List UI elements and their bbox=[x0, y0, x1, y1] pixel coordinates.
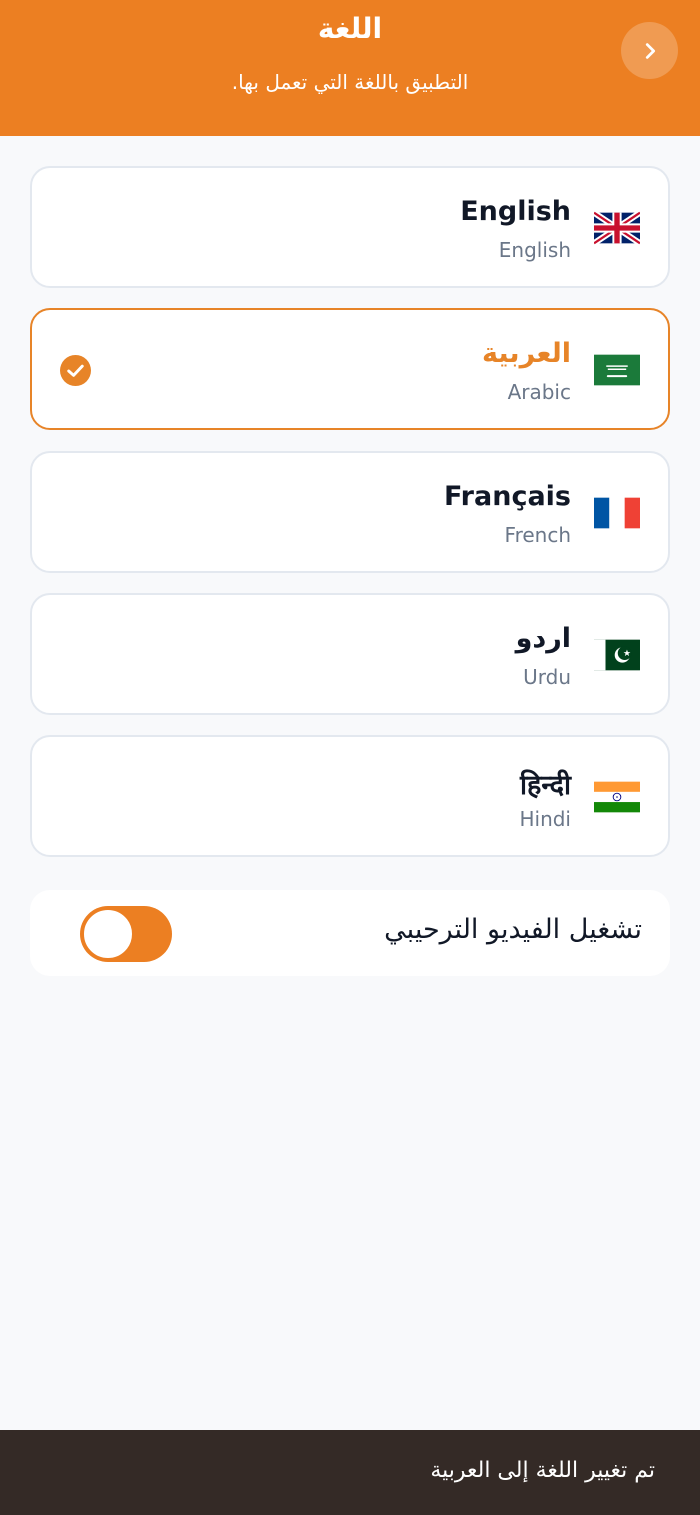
language-name: हिन्दी bbox=[519, 770, 571, 801]
saudi-flag-icon bbox=[594, 352, 640, 388]
language-name: العربية bbox=[482, 338, 571, 369]
language-option-urdu[interactable]: اردو Urdu bbox=[30, 593, 670, 715]
page-subtitle: التطبيق باللغة التي تعمل بها. bbox=[231, 70, 469, 94]
pakistan-flag-icon bbox=[594, 637, 640, 673]
language-subtitle: English bbox=[498, 238, 571, 262]
chevron-right-icon bbox=[645, 42, 655, 59]
snackbar-message: تم تغيير اللغة إلى العربية bbox=[430, 1458, 655, 1483]
intro-video-label: تشغيل الفيديو الترحيبي bbox=[384, 914, 642, 945]
language-name: اردو bbox=[515, 623, 571, 654]
france-flag-icon bbox=[594, 495, 640, 531]
language-subtitle: Urdu bbox=[523, 665, 571, 689]
language-option-english[interactable]: English English bbox=[30, 166, 670, 288]
page-title: اللغة bbox=[317, 12, 383, 45]
language-option-hindi[interactable]: हिन्दी Hindi bbox=[30, 735, 670, 857]
language-subtitle: Arabic bbox=[507, 380, 571, 404]
back-button[interactable] bbox=[621, 22, 678, 79]
toggle-knob bbox=[82, 908, 134, 960]
snackbar: تم تغيير اللغة إلى العربية bbox=[0, 1430, 700, 1515]
language-subtitle: French bbox=[504, 523, 571, 547]
language-name: Français bbox=[443, 481, 571, 512]
checkmark-icon bbox=[60, 355, 91, 386]
intro-video-setting: تشغيل الفيديو الترحيبي bbox=[30, 890, 670, 976]
language-subtitle: Hindi bbox=[519, 807, 571, 831]
app-header: اللغة التطبيق باللغة التي تعمل بها. bbox=[0, 0, 700, 136]
uk-flag-icon bbox=[594, 210, 640, 246]
language-option-arabic[interactable]: العربية Arabic bbox=[30, 308, 670, 430]
language-name: English bbox=[460, 196, 571, 227]
india-flag-icon bbox=[594, 779, 640, 815]
language-option-french[interactable]: Français French bbox=[30, 451, 670, 573]
intro-video-toggle[interactable] bbox=[80, 906, 172, 962]
